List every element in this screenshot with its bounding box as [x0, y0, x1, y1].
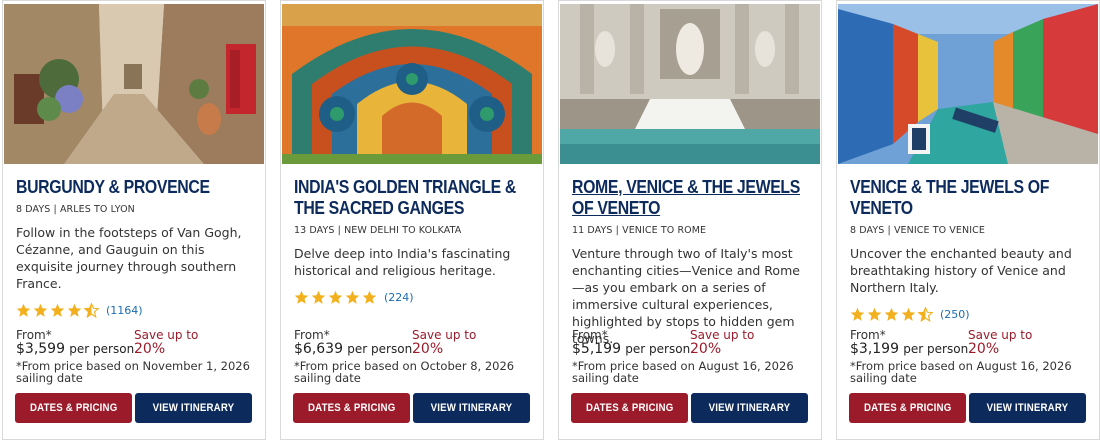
- star-full-icon: [67, 303, 82, 317]
- star-full-icon: [850, 307, 865, 321]
- price-footnote: *From price based on November 1, 2026 sa…: [16, 359, 250, 385]
- price-amount: $3,599: [16, 341, 65, 357]
- tour-card: ROME, VENICE & THE JEWELS OF VENETO 11 D…: [558, 0, 822, 440]
- star-full-icon: [311, 290, 326, 304]
- review-count-link[interactable]: (250): [940, 308, 970, 321]
- tour-photo-provence-village[interactable]: [4, 4, 264, 164]
- tour-photo-trevi-fountain[interactable]: [560, 4, 820, 164]
- per-person-label: per person: [347, 342, 413, 356]
- tour-title[interactable]: ROME, VENICE & THE JEWELS OF VENETO: [572, 177, 811, 219]
- burano-canal-image: [838, 4, 1098, 164]
- tour-photo-burano-canal[interactable]: [838, 4, 1098, 164]
- trevi-fountain-image: [560, 4, 820, 164]
- dates-pricing-label: DATES & PRICING: [307, 402, 396, 414]
- per-person-label: per person: [903, 342, 969, 356]
- view-itinerary-label: VIEW ITINERARY: [430, 402, 513, 414]
- price-footnote: *From price based on August 16, 2026 sai…: [572, 359, 794, 385]
- star-full-icon: [345, 290, 360, 304]
- rating: (1164): [16, 301, 256, 319]
- tour-duration-route: 8 DAYS | ARLES TO LYON: [16, 204, 135, 215]
- provence-street-image: [4, 4, 264, 164]
- tour-title[interactable]: BURGUNDY & PROVENCE: [16, 177, 255, 198]
- dates-pricing-label: DATES & PRICING: [585, 402, 674, 414]
- price-amount: $6,639: [294, 341, 343, 357]
- review-count-link[interactable]: (224): [384, 291, 414, 304]
- star-full-icon: [16, 303, 31, 317]
- star-full-icon: [294, 290, 309, 304]
- tour-duration-route: 8 DAYS | VENICE TO VENICE: [850, 225, 985, 236]
- tour-description: Delve deep into India's fascinating hist…: [294, 246, 511, 278]
- view-itinerary-label: VIEW ITINERARY: [152, 402, 235, 414]
- star-full-icon: [33, 303, 48, 317]
- save-percent: 20%: [690, 341, 722, 357]
- star-full-icon: [884, 307, 899, 321]
- dates-pricing-button[interactable]: DATES & PRICING: [15, 393, 132, 423]
- view-itinerary-button[interactable]: VIEW ITINERARY: [135, 393, 252, 423]
- dates-pricing-button[interactable]: DATES & PRICING: [571, 393, 688, 423]
- review-count-link[interactable]: (1164): [106, 304, 143, 317]
- star-full-icon: [50, 303, 65, 317]
- tour-card: VENICE & THE JEWELS OF VENETO 8 DAYS | V…: [836, 0, 1100, 440]
- tour-description: Uncover the enchanted beauty and breatht…: [850, 246, 1072, 295]
- save-percent: 20%: [968, 341, 1000, 357]
- view-itinerary-button[interactable]: VIEW ITINERARY: [691, 393, 808, 423]
- per-person-label: per person: [69, 342, 135, 356]
- star-full-icon: [901, 307, 916, 321]
- dates-pricing-label: DATES & PRICING: [29, 402, 118, 414]
- view-itinerary-button[interactable]: VIEW ITINERARY: [969, 393, 1086, 423]
- price-footnote: *From price based on August 16, 2026 sai…: [850, 359, 1072, 385]
- save-percent: 20%: [134, 341, 166, 357]
- star-rating: [850, 306, 933, 322]
- star-rating: [294, 290, 377, 305]
- star-full-icon: [867, 307, 882, 321]
- tour-description: Follow in the footsteps of Van Gogh, Céz…: [16, 225, 242, 291]
- tour-card-row: BURGUNDY & PROVENCE 8 DAYS | ARLES TO LY…: [0, 0, 1100, 444]
- star-half-icon: [84, 302, 99, 318]
- tour-title[interactable]: INDIA'S GOLDEN TRIANGLE & THE SACRED GAN…: [294, 177, 533, 219]
- star-rating: [16, 302, 99, 318]
- peacock-gate-image: [282, 4, 542, 164]
- star-full-icon: [328, 290, 343, 304]
- dates-pricing-button[interactable]: DATES & PRICING: [293, 393, 410, 423]
- view-itinerary-label: VIEW ITINERARY: [708, 402, 791, 414]
- tour-card: INDIA'S GOLDEN TRIANGLE & THE SACRED GAN…: [280, 0, 544, 440]
- rating: (250): [850, 305, 1090, 323]
- rating: (224): [294, 288, 534, 306]
- tour-card: BURGUNDY & PROVENCE 8 DAYS | ARLES TO LY…: [2, 0, 266, 440]
- view-itinerary-label: VIEW ITINERARY: [986, 402, 1069, 414]
- save-percent: 20%: [412, 341, 444, 357]
- tour-title[interactable]: VENICE & THE JEWELS OF VENETO: [850, 177, 1089, 219]
- price-footnote: *From price based on October 8, 2026 sai…: [294, 359, 515, 385]
- view-itinerary-button[interactable]: VIEW ITINERARY: [413, 393, 530, 423]
- price-amount: $3,199: [850, 341, 899, 357]
- star-full-icon: [362, 290, 377, 304]
- price-amount: $5,199: [572, 341, 621, 357]
- star-half-icon: [918, 306, 933, 322]
- dates-pricing-label: DATES & PRICING: [863, 402, 952, 414]
- per-person-label: per person: [625, 342, 691, 356]
- tour-photo-peacock-gate[interactable]: [282, 4, 542, 164]
- tour-duration-route: 11 DAYS | VENICE TO ROME: [572, 225, 707, 236]
- tour-duration-route: 13 DAYS | NEW DELHI TO KOLKATA: [294, 225, 462, 236]
- dates-pricing-button[interactable]: DATES & PRICING: [849, 393, 966, 423]
